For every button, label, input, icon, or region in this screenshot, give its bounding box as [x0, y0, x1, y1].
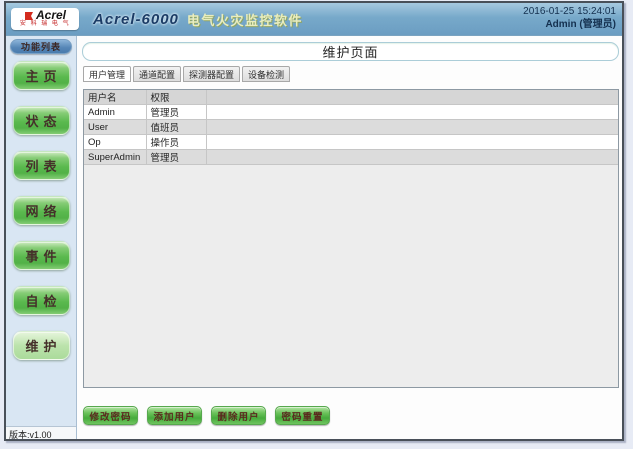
logo-subtitle: 安 科 瑞 电 气 [20, 21, 70, 28]
table-cell-filler [206, 105, 618, 120]
screen: Acrel 安 科 瑞 电 气 Acrel-6000 电气火灾监控软件 2016… [0, 0, 633, 449]
page-title: 维护页面 [82, 42, 619, 61]
app-title: 电气火灾监控软件 [187, 10, 303, 29]
table-cell-filler [206, 135, 618, 150]
app-window: Acrel 安 科 瑞 电 气 Acrel-6000 电气火灾监控软件 2016… [4, 1, 624, 441]
column-header-filler [206, 90, 618, 105]
user-table: 用户名权限 Admin管理员User值班员Op操作员SuperAdmin管理员 [84, 90, 618, 165]
user-table-head-row: 用户名权限 [84, 90, 618, 105]
table-row[interactable]: User值班员 [84, 120, 618, 135]
add-user-button[interactable]: 添加用户 [147, 406, 202, 425]
table-row[interactable]: SuperAdmin管理员 [84, 150, 618, 165]
acrel-logo-icon [24, 11, 34, 21]
acrel-logo: Acrel 安 科 瑞 电 气 [11, 8, 79, 30]
tab-channel-config[interactable]: 通道配置 [133, 66, 181, 82]
column-header: 用户名 [84, 90, 146, 105]
reset-password-button[interactable]: 密码重置 [275, 406, 330, 425]
sidebar-item-list[interactable]: 列表 [13, 151, 70, 180]
sidebar-item-network[interactable]: 网络 [13, 196, 70, 225]
table-cell: Admin [84, 105, 146, 120]
session-info: 2016-01-25 15:24:01 Admin (管理员) [523, 5, 616, 31]
sidebar-item-home[interactable]: 主页 [13, 61, 70, 90]
tab-device-check[interactable]: 设备检测 [242, 66, 290, 82]
datetime-label: 2016-01-25 15:24:01 [523, 5, 616, 18]
user-table-body: Admin管理员User值班员Op操作员SuperAdmin管理员 [84, 105, 618, 165]
sidebar-item-status[interactable]: 状态 [13, 106, 70, 135]
version-label: 版本:v1.00 [6, 426, 76, 439]
main-panel: 维护页面 用户管理通道配置探测器配置设备检测 用户名权限 Admin管理员Use… [77, 36, 622, 439]
column-header: 权限 [146, 90, 206, 105]
table-cell: 值班员 [146, 120, 206, 135]
delete-user-button[interactable]: 删除用户 [211, 406, 266, 425]
table-cell-filler [206, 120, 618, 135]
sidebar-item-self-check[interactable]: 自检 [13, 286, 70, 315]
content-area: 功能列表 主页状态列表网络事件自检维护 版本:v1.00 维护页面 用户管理通道… [6, 36, 622, 439]
table-cell: Op [84, 135, 146, 150]
title-bar: Acrel 安 科 瑞 电 气 Acrel-6000 电气火灾监控软件 2016… [6, 3, 622, 36]
table-cell: 操作员 [146, 135, 206, 150]
logged-in-user: Admin (管理员) [523, 18, 616, 31]
modify-password-button[interactable]: 修改密码 [83, 406, 138, 425]
sidebar-title: 功能列表 [10, 39, 72, 54]
table-cell: SuperAdmin [84, 150, 146, 165]
table-row[interactable]: Op操作员 [84, 135, 618, 150]
tab-detector-config[interactable]: 探测器配置 [183, 66, 240, 82]
logo-brand-text: Acrel [36, 10, 66, 21]
table-cell: User [84, 120, 146, 135]
table-cell: 管理员 [146, 105, 206, 120]
sidebar-item-events[interactable]: 事件 [13, 241, 70, 270]
user-table-panel: 用户名权限 Admin管理员User值班员Op操作员SuperAdmin管理员 [83, 89, 619, 388]
table-row[interactable]: Admin管理员 [84, 105, 618, 120]
tab-bar: 用户管理通道配置探测器配置设备检测 [83, 66, 619, 82]
sidebar-item-maintenance[interactable]: 维护 [13, 331, 70, 360]
sidebar-nav: 主页状态列表网络事件自检维护 [6, 61, 76, 360]
sidebar: 功能列表 主页状态列表网络事件自检维护 版本:v1.00 [6, 36, 77, 439]
logo-row: Acrel [24, 10, 66, 21]
product-name: Acrel-6000 [93, 11, 179, 28]
tab-user-management[interactable]: 用户管理 [83, 66, 131, 82]
action-bar: 修改密码添加用户删除用户密码重置 [83, 406, 330, 425]
table-cell-filler [206, 150, 618, 165]
table-cell: 管理员 [146, 150, 206, 165]
